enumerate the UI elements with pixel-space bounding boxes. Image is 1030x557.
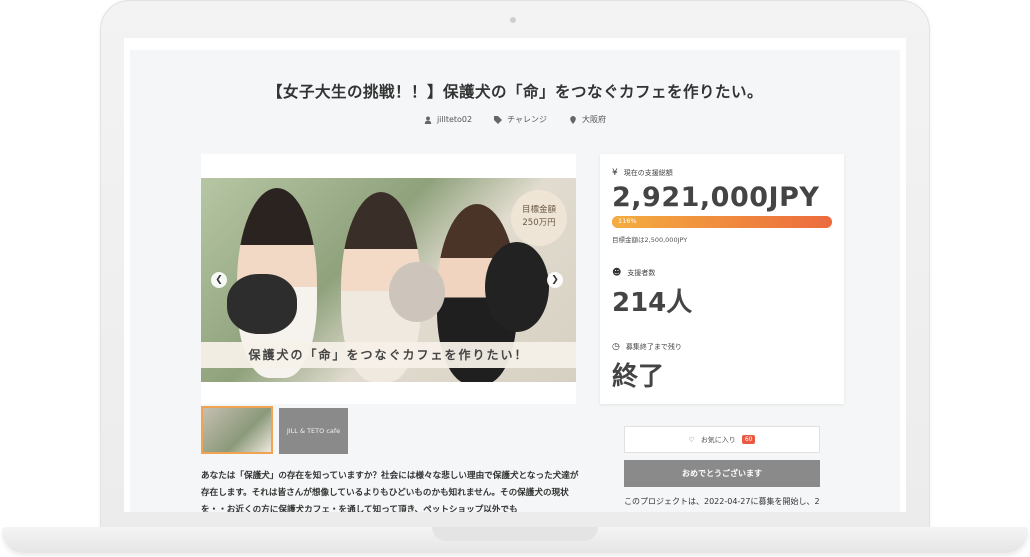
current-amount: 2,921,000JPY — [612, 182, 820, 213]
image-carousel: 目標金額 250万円 ❮ ❯ 保護犬の「命」をつなぐカフェを作りたい！ — [201, 154, 576, 404]
goal-badge-label: 目標金額 — [521, 205, 556, 215]
hero-caption: 保護犬の「命」をつなぐカフェを作りたい！ — [201, 342, 576, 368]
favorite-label: お気に入り — [700, 435, 736, 444]
dog-figure — [389, 262, 445, 322]
tag-icon — [494, 115, 503, 124]
project-page: 【女子大生の挑戦！！】保護犬の「命」をつなぐカフェを作りたい。 jillteto… — [130, 50, 900, 512]
goal-amount-text: 目標金額は2,500,000JPY — [612, 236, 688, 244]
progress-percent: 116% — [618, 217, 637, 225]
backers-label-row: ☻ 支援者数 — [612, 268, 655, 278]
project-meta: jillteto02 チャレンジ 大阪府 — [130, 114, 900, 125]
backers-label: 支援者数 — [627, 269, 656, 277]
meta-location-label: 大阪府 — [582, 115, 607, 124]
current-amount-label: 現在の支援総額 — [623, 169, 673, 177]
clock-icon: ◷ — [612, 342, 620, 352]
progress-bar: 116% — [612, 216, 832, 228]
meta-user-label: jillteto02 — [436, 115, 473, 124]
location-pin-icon — [570, 115, 576, 124]
remaining-label: 募集終了まで残り — [625, 343, 682, 351]
remaining-label-row: ◷ 募集終了まで残り — [612, 342, 682, 352]
heart-icon: ♡ — [688, 435, 695, 444]
laptop-screen: 【女子大生の挑戦！！】保護犬の「命」をつなぐカフェを作りたい。 jillteto… — [124, 38, 906, 512]
person-icon: ☻ — [612, 268, 622, 278]
favorite-count-badge: 60 — [741, 435, 756, 444]
project-description: あなたは「保護犬」の存在を知っていますか？社会には様々な悲しい理由で保護犬となっ… — [201, 471, 579, 512]
meta-category-label: チャレンジ — [507, 115, 548, 124]
meta-user[interactable]: jillteto02 — [424, 114, 472, 125]
goal-badge-amount: 250万円 — [522, 218, 556, 228]
favorite-button[interactable]: ♡ お気に入り 60 — [624, 426, 820, 453]
camera-icon — [510, 17, 516, 23]
dog-figure — [227, 274, 297, 334]
yen-icon: ¥ — [612, 168, 618, 178]
meta-location[interactable]: 大阪府 — [569, 114, 606, 125]
laptop-notch — [432, 527, 598, 541]
carousel-prev-button[interactable]: ❮ — [211, 272, 227, 288]
meta-category[interactable]: チャレンジ — [494, 114, 547, 125]
thumbnail-2[interactable]: JILL & TETO cafe — [279, 408, 348, 454]
hero-photo: 目標金額 250万円 ❮ ❯ 保護犬の「命」をつなぐカフェを作りたい！ — [201, 178, 576, 382]
stats-card: ¥ 現在の支援総額 2,921,000JPY 116% 目標金額は2,500,0… — [600, 154, 844, 404]
page-title: 【女子大生の挑戦！！】保護犬の「命」をつなぐカフェを作りたい。 — [266, 83, 763, 101]
current-amount-label-row: ¥ 現在の支援総額 — [612, 168, 673, 178]
remaining-value: 終了 — [612, 362, 665, 392]
thumbnail-1[interactable] — [201, 406, 273, 454]
carousel-next-button[interactable]: ❯ — [547, 272, 563, 288]
project-period-note: このプロジェクトは、2022-04-27に募集を開始し、2 — [624, 497, 820, 506]
goal-badge: 目標金額 250万円 — [511, 190, 567, 246]
user-icon — [424, 115, 432, 124]
progress-fill — [612, 216, 832, 228]
dog-figure — [485, 242, 549, 332]
backers-count: 214人 — [612, 288, 693, 318]
congratulations-button[interactable]: おめでとうございます — [624, 460, 820, 487]
